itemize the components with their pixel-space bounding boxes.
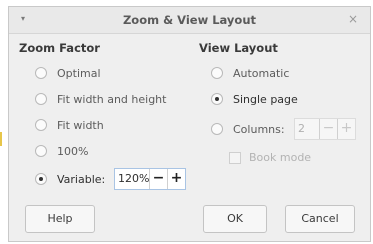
variable-zoom-decrease-button[interactable]: − (149, 169, 167, 189)
view-layout-heading: View Layout (199, 41, 278, 55)
ok-button[interactable]: OK (203, 205, 267, 233)
zoom-view-layout-dialog: ▾ Zoom & View Layout × Zoom Factor Optim… (8, 6, 371, 242)
zoom-factor-heading: Zoom Factor (19, 41, 100, 55)
radio-columns[interactable] (211, 123, 223, 135)
radio-label-100-percent: 100% (57, 144, 89, 158)
zoom-option-optimal[interactable]: Optimal (35, 65, 101, 81)
columns-increase-button[interactable]: + (337, 119, 355, 139)
book-mode-option[interactable]: Book mode (229, 151, 311, 164)
radio-optimal[interactable] (35, 67, 47, 79)
radio-label-optimal: Optimal (57, 66, 101, 80)
cancel-button[interactable]: Cancel (285, 205, 355, 233)
radio-fit-width[interactable] (35, 119, 47, 131)
variable-zoom-increase-button[interactable]: + (167, 169, 185, 189)
dialog-title: Zoom & View Layout (122, 13, 257, 27)
layout-option-single-page[interactable]: Single page (211, 91, 298, 107)
book-mode-checkbox[interactable] (229, 151, 241, 164)
radio-label-variable: Variable: (57, 172, 106, 186)
title-bar: ▾ Zoom & View Layout × (9, 7, 370, 34)
radio-fit-width-and-height[interactable] (35, 93, 47, 105)
help-button[interactable]: Help (25, 205, 95, 233)
layout-option-automatic[interactable]: Automatic (211, 65, 289, 81)
layout-option-columns[interactable]: Columns: (211, 121, 285, 137)
book-mode-label: Book mode (249, 151, 312, 164)
radio-100-percent[interactable] (35, 145, 47, 157)
radio-label-single-page: Single page (233, 92, 298, 106)
window-edge-accent (0, 132, 2, 146)
zoom-option-fit-width[interactable]: Fit width (35, 117, 104, 133)
variable-zoom-spinbox[interactable]: 120% − + (114, 168, 186, 190)
radio-label-columns: Columns: (233, 122, 285, 136)
close-icon[interactable]: × (348, 12, 358, 26)
zoom-option-100-percent[interactable]: 100% (35, 143, 88, 159)
zoom-option-fit-width-and-height[interactable]: Fit width and height (35, 91, 166, 107)
columns-spinbox[interactable]: 2 − + (294, 118, 356, 140)
radio-label-automatic: Automatic (233, 66, 290, 80)
radio-automatic[interactable] (211, 67, 223, 79)
columns-input[interactable]: 2 (295, 119, 319, 139)
radio-label-fit-width-and-height: Fit width and height (57, 92, 167, 106)
radio-variable[interactable] (35, 173, 47, 185)
variable-zoom-input[interactable]: 120% (115, 169, 149, 189)
columns-decrease-button[interactable]: − (319, 119, 337, 139)
radio-single-page[interactable] (211, 93, 223, 105)
radio-label-fit-width: Fit width (57, 118, 104, 132)
zoom-option-variable[interactable]: Variable: (35, 171, 105, 187)
